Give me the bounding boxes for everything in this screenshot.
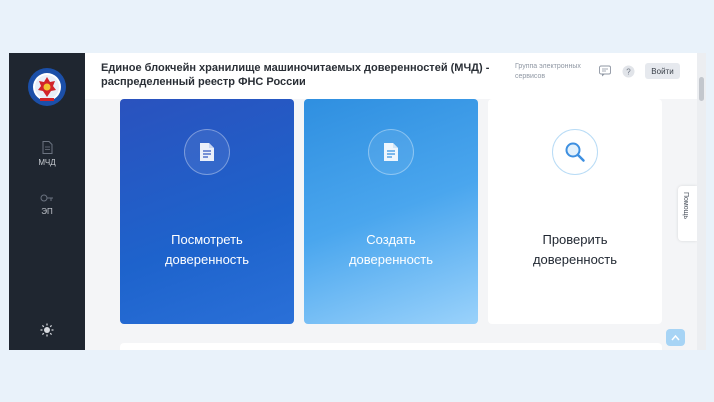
sidebar: МЧД ЭП [9,53,85,350]
sun-icon[interactable] [40,323,54,337]
card-icon-circle [552,129,598,175]
sidebar-item-ep[interactable]: ЭП [9,193,85,216]
key-icon [40,194,53,202]
service-group-line: Группа электронных [515,63,581,70]
chat-icon[interactable] [599,65,611,77]
fns-emblem-logo[interactable] [27,67,67,107]
sidebar-item-mchd[interactable]: МЧД [9,141,85,167]
create-power-of-attorney-card[interactable]: Создать доверенность [304,99,478,324]
card-icon-circle [368,129,414,175]
document-icon [42,141,52,154]
scrollbar-thumb[interactable] [699,77,704,101]
help-tab[interactable]: Помощь [678,186,697,241]
verify-power-of-attorney-card[interactable]: Проверить доверенность [488,99,662,324]
service-group-line: сервисов [515,73,546,80]
page-title-line: Единое блокчейн хранилище машиночитаемых… [101,62,490,74]
svg-text:?: ? [626,68,631,77]
card-label-line: Проверить [542,232,608,247]
card-label-line: Посмотреть [171,232,243,247]
service-group-link[interactable]: Группа электронных сервисов [515,62,595,82]
main-content: Посмотреть доверенность Создать доверенн… [85,99,696,350]
card-label: Посмотреть доверенность [120,230,294,270]
page-title: Единое блокчейн хранилище машиночитаемых… [101,61,491,89]
document-icon [384,143,398,161]
page-title-line: распределенный реестр ФНС России [101,76,306,88]
magnifier-icon [565,142,585,162]
scroll-to-top-button[interactable] [666,329,685,346]
help-question-icon[interactable]: ? [622,65,635,78]
scrollbar[interactable] [697,53,706,350]
info-panel [120,343,662,350]
card-label: Создать доверенность [304,230,478,270]
card-label-line: Создать [366,232,416,247]
chevron-up-icon [671,334,680,341]
document-icon [200,143,214,161]
card-icon-circle [184,129,230,175]
view-power-of-attorney-card[interactable]: Посмотреть доверенность [120,99,294,324]
login-button[interactable]: Войти [645,63,680,79]
card-label-line: доверенность [348,252,434,267]
card-label-line: доверенность [164,252,250,267]
help-tab-label: Помощь [682,192,689,220]
sidebar-item-label: МЧД [38,158,56,167]
app-window: МЧД ЭП Единое блокчейн хранилище машиноч… [9,53,706,350]
header: Единое блокчейн хранилище машиночитаемых… [85,53,706,99]
sidebar-item-label: ЭП [41,207,53,216]
card-label: Проверить доверенность [488,230,662,270]
card-label-line: доверенность [532,252,618,267]
